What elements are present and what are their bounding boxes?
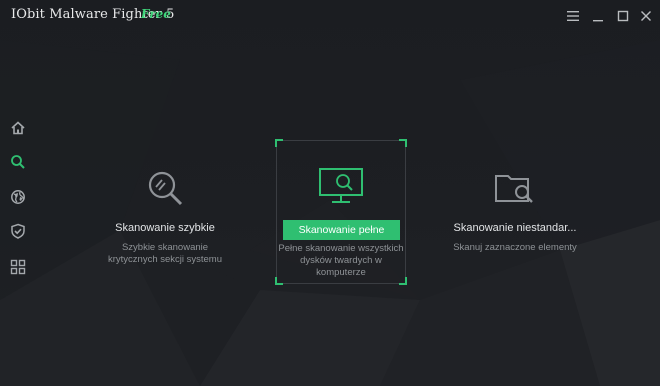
title-bar: IObit Malware Fighter 5 Free (0, 0, 660, 32)
full-scan-description: Pełne skanowanie wszystkich dysków tward… (277, 243, 405, 279)
close-button[interactable] (636, 6, 656, 26)
folder-search-icon (495, 175, 533, 203)
monitor-search-icon (319, 168, 363, 203)
quick-scan-desc-line: Szybkie skanowanie (121, 242, 209, 253)
custom-scan-card[interactable]: Skanowanie niestandar... Skanuj zaznaczo… (440, 170, 590, 254)
menu-button[interactable] (563, 6, 583, 26)
sidebar-item-tools[interactable] (8, 257, 28, 277)
custom-scan-desc-line: Skanuj zaznaczone elementy (453, 242, 577, 253)
maximize-icon (617, 10, 629, 22)
quick-scan-title: Skanowanie szybkie (115, 222, 215, 234)
grid-icon (10, 259, 26, 275)
edition-badge: Free (141, 7, 171, 21)
selection-corner (399, 139, 407, 147)
sidebar-item-scan[interactable] (8, 152, 28, 172)
home-icon (11, 121, 25, 135)
sidebar-item-browser-protection[interactable] (8, 187, 28, 207)
selection-corner (275, 139, 283, 147)
full-scan-button[interactable]: Skanowanie pełne (283, 220, 400, 240)
custom-scan-description: Skanuj zaznaczone elementy (440, 242, 590, 254)
full-scan-card[interactable]: Skanowanie pełne Pełne skanowanie wszyst… (275, 139, 407, 285)
magnifier-icon (148, 171, 183, 206)
full-scan-desc-line: dysków twardych w (300, 255, 382, 266)
search-icon (11, 155, 25, 169)
globe-icon (11, 190, 25, 204)
minimize-icon (593, 20, 603, 22)
full-scan-desc-line: Pełne skanowanie wszystkich (278, 243, 404, 254)
sidebar-item-protection[interactable] (8, 221, 28, 241)
close-icon (641, 11, 651, 21)
shield-check-icon (11, 223, 25, 239)
quick-scan-description: Szybkie skanowanie krytycznych sekcji sy… (95, 242, 235, 266)
app-window: IObit Malware Fighter 5 Free Skanowanie … (0, 0, 660, 386)
sidebar-item-home[interactable] (8, 118, 28, 138)
menu-icon (567, 11, 579, 21)
quick-scan-card[interactable]: Skanowanie szybkie Szybkie skanowanie kr… (95, 168, 235, 266)
minimize-button[interactable] (588, 6, 608, 26)
quick-scan-desc-line: krytycznych sekcji systemu (107, 254, 223, 265)
full-scan-desc-line: komputerze (316, 267, 366, 278)
maximize-button[interactable] (613, 6, 633, 26)
custom-scan-title: Skanowanie niestandar... (453, 222, 577, 234)
